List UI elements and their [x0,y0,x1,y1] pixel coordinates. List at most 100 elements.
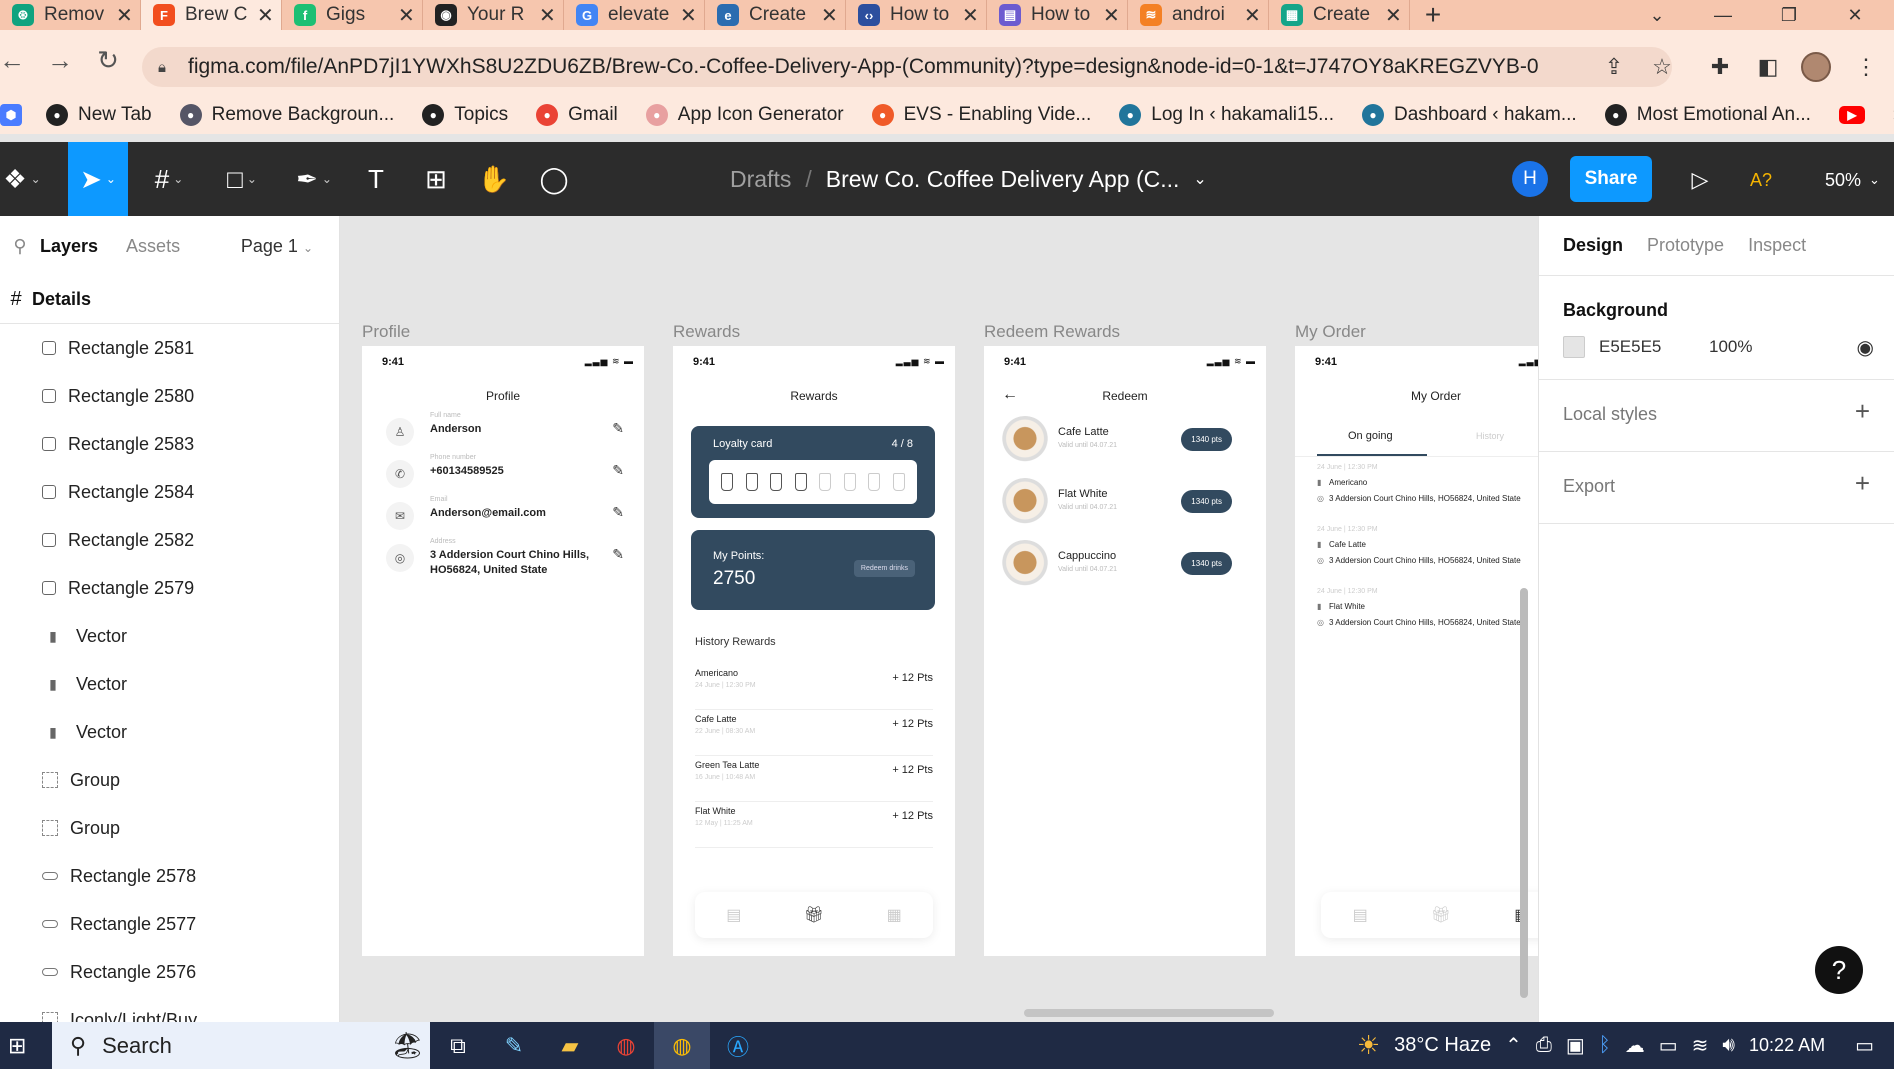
layer-item[interactable]: Group [0,804,339,852]
tab-design[interactable]: Design [1563,235,1623,256]
browser-tab[interactable]: ◉ Your R ✕ [423,0,564,30]
frame-tool-icon[interactable]: # ⌄ [144,142,194,216]
close-tab-icon[interactable]: ✕ [539,3,556,28]
search-icon[interactable]: ⚲ [0,236,40,257]
minimize-icon[interactable]: — [1690,0,1756,30]
meet-icon[interactable]: ⎙ [1536,1034,1552,1057]
bookmark-item[interactable]: ● New Tab [46,104,152,126]
browser-tab[interactable]: ‹› How to ✕ [846,0,987,30]
layer-item[interactable]: Rectangle 2580 [0,372,339,420]
add-export-icon[interactable]: + [1855,468,1870,499]
layer-item[interactable]: Rectangle 2583 [0,420,339,468]
bookmark-item[interactable]: ● Remove Backgroun... [179,104,394,126]
layer-item[interactable]: Group [0,756,339,804]
background-swatch[interactable] [1563,336,1585,358]
task-view-icon[interactable]: ⧉ [430,1022,486,1069]
close-window-icon[interactable]: ✕ [1822,0,1888,30]
browser-tab[interactable]: ▦ Create ✕ [1269,0,1410,30]
browser-tab[interactable]: F Brew C ✕ [141,0,282,30]
close-tab-icon[interactable]: ✕ [821,3,838,28]
close-tab-icon[interactable]: ✕ [1385,3,1402,28]
shape-tool-icon[interactable]: □ ⌄ [214,142,270,216]
browser-tab[interactable]: ⊛ Remov ✕ [0,0,141,30]
frame-title-profile[interactable]: Profile [362,322,410,342]
new-tab-button[interactable]: + [1410,0,1456,31]
weather-text[interactable]: 38°C Haze [1394,1034,1491,1057]
chrome-active-icon[interactable]: ◍ [654,1022,710,1069]
share-page-icon[interactable]: ⇪ [1594,47,1634,87]
browser-tab[interactable]: ▤ How to ✕ [987,0,1128,30]
frame-title-rewards[interactable]: Rewards [673,322,740,342]
file-title[interactable]: Brew Co. Coffee Delivery App (C... [826,166,1180,193]
bookmark-apps-icon[interactable]: ⬢ [0,104,22,126]
background-hex-input[interactable]: E5E5E5 [1599,337,1709,357]
frame-title-redeem[interactable]: Redeem Rewards [984,322,1120,342]
rewards-frame[interactable]: 9:41 ▂▃▅ ≋ ▬ Rewards Loyalty card 4 / 8 … [673,346,955,956]
vertical-scrollbar[interactable] [1520,588,1528,998]
bookmark-star-icon[interactable]: ☆ [1642,47,1682,87]
user-avatar[interactable]: H [1512,161,1548,197]
chevron-down-icon[interactable]: ⌄ [1193,169,1206,189]
layer-item[interactable]: Iconly/Light/Buy [0,996,339,1022]
app-store-icon[interactable]: Ⓐ [710,1022,766,1069]
restore-icon[interactable]: ❐ [1756,0,1822,30]
volume-icon[interactable]: 🔊︎ [1722,1034,1735,1057]
side-panel-icon[interactable]: ◧ [1748,47,1788,87]
bluetooth-icon[interactable]: ᛒ [1599,1034,1611,1057]
onedrive-icon[interactable]: ☁ [1625,1033,1645,1058]
close-tab-icon[interactable]: ✕ [257,3,274,28]
extensions-icon[interactable]: ✚ [1700,47,1740,87]
pen-tool-icon[interactable]: ✒ ⌄ [288,142,340,216]
bookmark-item[interactable]: ● App Icon Generator [645,104,844,126]
background-opacity-input[interactable]: 100% [1709,337,1752,357]
battery-icon[interactable]: ▭ [1659,1033,1678,1058]
close-tab-icon[interactable]: ✕ [398,3,415,28]
layer-item[interactable]: Rectangle 2582 [0,516,339,564]
redeem-frame[interactable]: 9:41 ▂▃▅ ≋ ▬ ← Redeem Cafe Latte Valid un… [984,346,1266,956]
url-text[interactable]: figma.com/file/AnPD7jI1YWXhS8U2ZDU6ZB/Br… [188,55,1539,79]
zoom-dropdown[interactable]: 50% ⌄ [1825,162,1880,198]
youtube-icon[interactable]: ▶ [1838,106,1865,124]
tab-prototype[interactable]: Prototype [1647,235,1724,256]
reload-icon[interactable]: ↻ [90,42,126,78]
close-tab-icon[interactable]: ✕ [1103,3,1120,28]
tab-layers[interactable]: Layers [40,236,98,257]
screen-icon[interactable]: ▣ [1566,1033,1585,1058]
browser-tab[interactable]: ≋ androi ✕ [1128,0,1269,30]
eye-icon[interactable]: ◉ [1857,335,1874,360]
breadcrumb-drafts[interactable]: Drafts [730,166,791,193]
move-tool-icon[interactable]: ➤ ⌄ [68,142,128,216]
close-tab-icon[interactable]: ✕ [962,3,979,28]
bookmark-item[interactable]: ● EVS - Enabling Vide... [871,104,1091,126]
file-explorer-icon[interactable]: ▰ [542,1022,598,1069]
layer-item[interactable]: Rectangle 2584 [0,468,339,516]
layer-item[interactable]: ▮ Vector [0,612,339,660]
windows-start-icon[interactable]: ⊞ [8,1033,38,1059]
forward-icon[interactable]: → [42,42,78,78]
profile-avatar[interactable] [1796,47,1836,87]
bookmark-item[interactable]: ● Gmail [536,104,618,126]
figma-menu-icon[interactable]: ❖ ⌄ [0,142,44,216]
layer-details[interactable]: # Details [0,276,339,324]
layer-item[interactable]: Rectangle 2578 [0,852,339,900]
present-play-icon[interactable]: ▷ [1682,160,1718,200]
font-warning-button[interactable]: A? [1750,162,1772,198]
layer-item[interactable]: Rectangle 2576 [0,948,339,996]
share-button[interactable]: Share [1570,156,1652,202]
clock[interactable]: 10:22 AM [1749,1035,1825,1056]
my-order-frame[interactable]: 9:41 ▂▃▅ ≋ ▬ My Order On going History 2… [1295,346,1538,956]
layer-item[interactable]: Rectangle 2581 [0,324,339,372]
bookmark-item[interactable]: ● Dashboard ‹ hakam... [1361,104,1577,126]
tab-search-icon[interactable]: ⌄ [1624,0,1690,30]
menu-kebab-icon[interactable]: ⋮ [1846,47,1886,87]
omnibox[interactable]: 🔒︎ figma.com/file/AnPD7jI1YWXhS8U2ZDU6ZB… [142,47,1672,87]
page-selector[interactable]: Page 1 ⌄ [241,236,313,257]
canvas[interactable]: Profile 9:41 ▂▃▅ ≋ ▬ Profile ♙ Full name A… [340,216,1538,1022]
layer-item[interactable]: Rectangle 2579 [0,564,339,612]
layer-item[interactable]: ▮ Vector [0,708,339,756]
taskbar-search[interactable]: ⚲ Search 🏖︎ [52,1022,430,1069]
bookmark-item[interactable]: ● Most Emotional An... [1604,104,1811,126]
frame-title-my-order[interactable]: My Order [1295,322,1366,342]
help-button[interactable]: ? [1815,946,1863,994]
chevron-up-icon[interactable]: ⌃ [1505,1033,1522,1058]
